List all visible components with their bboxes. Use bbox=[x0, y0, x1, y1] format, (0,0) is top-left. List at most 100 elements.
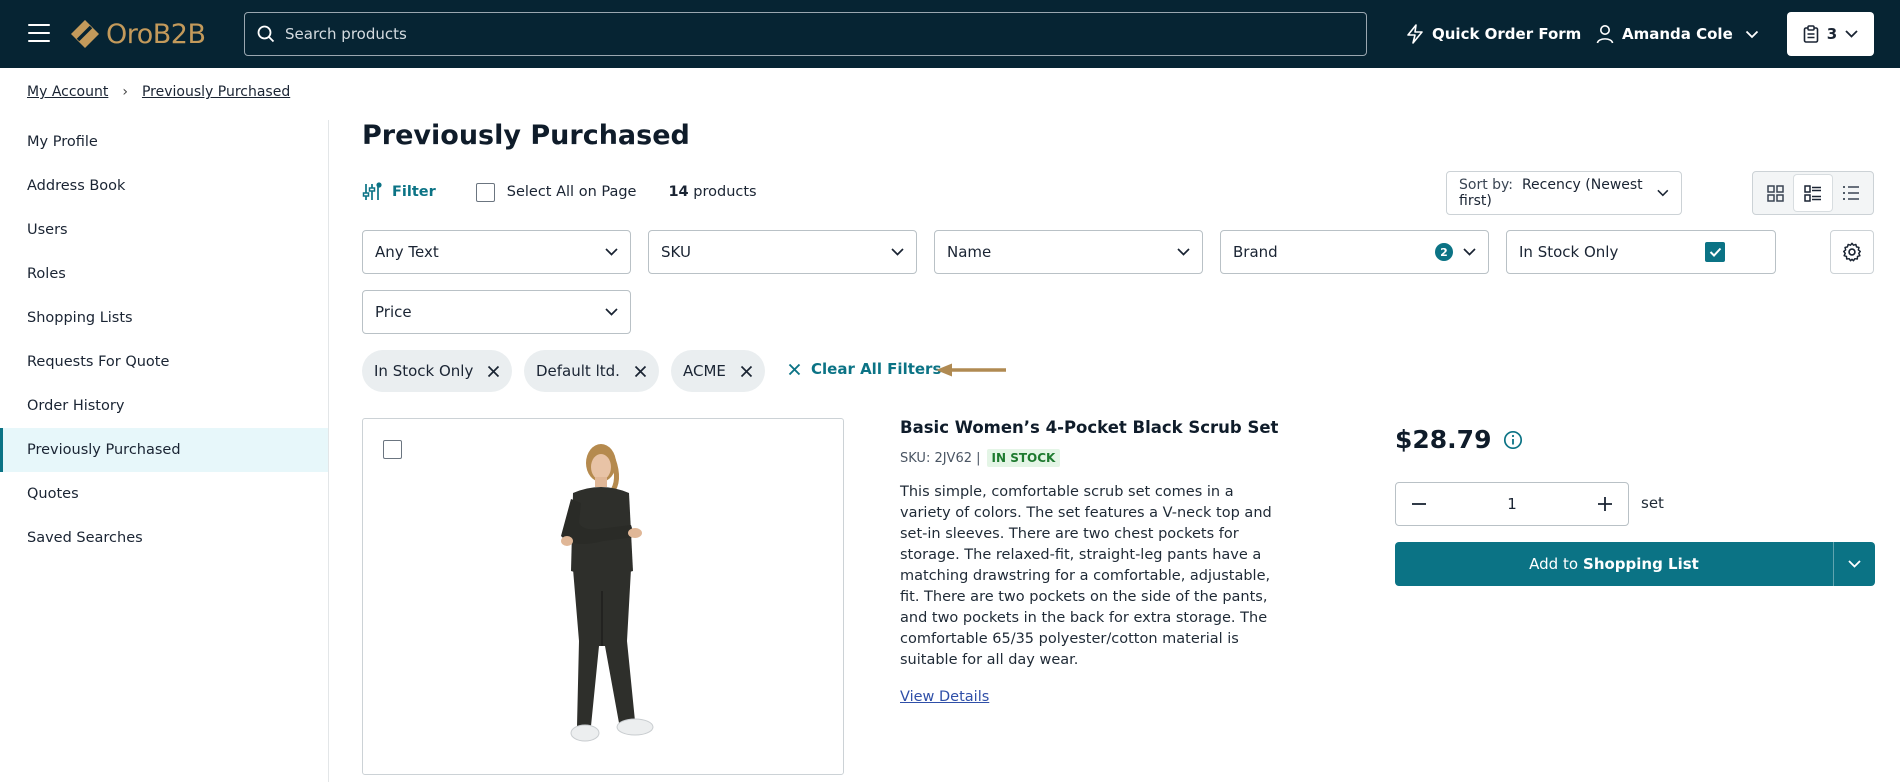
breadcrumb: My Account › Previously Purchased bbox=[27, 84, 290, 100]
user-name: Amanda Cole bbox=[1622, 25, 1733, 43]
quantity-unit: set bbox=[1641, 494, 1664, 512]
sidebar-item-roles[interactable]: Roles bbox=[0, 252, 328, 296]
quick-order-label: Quick Order Form bbox=[1432, 25, 1582, 43]
compact-list-view-button[interactable] bbox=[1832, 175, 1870, 211]
clear-all-filters-button[interactable]: Clear All Filters bbox=[788, 360, 941, 378]
filter-settings-button[interactable] bbox=[1830, 230, 1874, 274]
brand-filter-label: Brand bbox=[1233, 243, 1278, 261]
clear-all-filters-label: Clear All Filters bbox=[811, 360, 942, 378]
chip-label: ACME bbox=[683, 362, 726, 380]
checkbox[interactable] bbox=[475, 182, 495, 202]
any-text-filter-label: Any Text bbox=[375, 243, 439, 261]
add-dropdown-toggle[interactable] bbox=[1833, 542, 1875, 586]
any-text-filter[interactable]: Any Text bbox=[362, 230, 631, 274]
price-filter-label: Price bbox=[375, 303, 412, 321]
product-description: This simple, comfortable scrub set comes… bbox=[900, 484, 1272, 668]
cart-count: 3 bbox=[1826, 25, 1838, 43]
chevron-down-icon bbox=[1845, 30, 1858, 38]
product-price: $28.79 bbox=[1395, 425, 1523, 454]
add-label-prefix: Add to bbox=[1529, 555, 1579, 573]
user-icon bbox=[1596, 25, 1614, 44]
select-all-label: Select All on Page bbox=[506, 184, 637, 200]
logo[interactable]: OroB2B bbox=[70, 16, 206, 52]
sort-dropdown[interactable]: Sort by: Recency (Newest first) bbox=[1446, 171, 1682, 215]
product-sku-line: SKU: 2JV62 | IN STOCK bbox=[900, 449, 1061, 467]
name-filter[interactable]: Name bbox=[934, 230, 1203, 274]
close-icon[interactable] bbox=[740, 365, 753, 378]
lightning-icon bbox=[1407, 24, 1423, 44]
sidebar-item-saved-searches[interactable]: Saved Searches bbox=[0, 516, 328, 560]
in-stock-filter-label: In Stock Only bbox=[1519, 243, 1619, 261]
clipboard-icon bbox=[1803, 25, 1819, 43]
product-name-link[interactable]: Basic Women’s 4-Pocket Black Scrub Set bbox=[900, 418, 1278, 437]
view-details-link[interactable]: View Details bbox=[900, 689, 989, 705]
price-filter[interactable]: Price bbox=[362, 290, 631, 334]
logo-text: OroB2B bbox=[106, 18, 206, 50]
checkmark-icon bbox=[1709, 247, 1721, 257]
active-filter-chip: ACME bbox=[671, 350, 765, 392]
product-select-checkbox[interactable] bbox=[383, 440, 402, 459]
close-icon[interactable] bbox=[634, 365, 647, 378]
annotation-arrow-icon bbox=[936, 363, 1006, 377]
top-header: OroB2B Quick Order Form Amanda Cole 3 bbox=[0, 0, 1900, 68]
plus-icon[interactable] bbox=[1594, 493, 1616, 515]
search-input[interactable] bbox=[285, 25, 1335, 43]
product-image[interactable] bbox=[543, 441, 663, 753]
user-menu[interactable]: Amanda Cole bbox=[1596, 0, 1759, 68]
active-filter-chip: Default ltd. bbox=[524, 350, 659, 392]
in-stock-checkbox[interactable] bbox=[1705, 242, 1725, 262]
close-icon bbox=[788, 363, 801, 375]
sidebar-item-quotes[interactable]: Quotes bbox=[0, 472, 328, 516]
page-title: Previously Purchased bbox=[362, 120, 690, 151]
chevron-down-icon bbox=[1848, 560, 1861, 568]
quantity-stepper bbox=[1395, 482, 1629, 526]
product-sku: SKU: 2JV62 | bbox=[900, 450, 981, 466]
stock-status-badge: IN STOCK bbox=[986, 449, 1061, 467]
sidebar-item-address-book[interactable]: Address Book bbox=[0, 164, 328, 208]
search-bar[interactable] bbox=[244, 12, 1367, 56]
info-icon[interactable] bbox=[1503, 430, 1523, 450]
chevron-down-icon bbox=[605, 248, 618, 256]
sidebar-divider bbox=[328, 120, 329, 782]
gear-icon bbox=[1843, 242, 1861, 262]
filter-toggle-button[interactable]: Filter bbox=[362, 182, 436, 202]
product-count-suffix: products bbox=[693, 184, 757, 200]
sku-filter[interactable]: SKU bbox=[648, 230, 917, 274]
shopping-list-widget[interactable]: 3 bbox=[1787, 12, 1874, 56]
grid-view-button[interactable] bbox=[1756, 175, 1794, 211]
chevron-down-icon bbox=[1177, 248, 1190, 256]
sidebar-item-users[interactable]: Users bbox=[0, 208, 328, 252]
chevron-down-icon bbox=[1463, 248, 1476, 256]
add-label-strong: Shopping List bbox=[1583, 555, 1699, 573]
list-detail-icon bbox=[1804, 184, 1821, 202]
brand-filter-count-badge: 2 bbox=[1435, 243, 1453, 261]
add-to-shopping-list-main[interactable]: Add to Shopping List bbox=[1395, 542, 1833, 586]
hamburger-menu-icon[interactable] bbox=[28, 24, 50, 42]
list-detail-view-button[interactable] bbox=[1794, 175, 1832, 211]
product-count: 14 products bbox=[668, 184, 756, 200]
quantity-input[interactable] bbox=[1452, 495, 1572, 513]
sidebar-item-shopping-lists[interactable]: Shopping Lists bbox=[0, 296, 328, 340]
chip-label: Default ltd. bbox=[536, 362, 620, 380]
view-mode-switcher bbox=[1752, 171, 1874, 215]
sidebar-item-my-profile[interactable]: My Profile bbox=[0, 120, 328, 164]
product-image-card bbox=[362, 418, 844, 775]
select-all-checkbox[interactable]: Select All on Page bbox=[475, 182, 637, 202]
sidebar-item-requests-for-quote[interactable]: Requests For Quote bbox=[0, 340, 328, 384]
sku-filter-label: SKU bbox=[661, 243, 691, 261]
quick-order-link[interactable]: Quick Order Form bbox=[1406, 0, 1581, 68]
sidebar-item-order-history[interactable]: Order History bbox=[0, 384, 328, 428]
list-icon bbox=[1843, 186, 1859, 200]
chevron-down-icon bbox=[605, 308, 618, 316]
grid-icon bbox=[1766, 184, 1784, 202]
breadcrumb-my-account[interactable]: My Account bbox=[27, 84, 108, 100]
breadcrumb-previously-purchased[interactable]: Previously Purchased bbox=[142, 84, 290, 100]
sidebar-item-previously-purchased[interactable]: Previously Purchased bbox=[0, 428, 328, 472]
name-filter-label: Name bbox=[947, 243, 992, 261]
in-stock-filter[interactable]: In Stock Only bbox=[1506, 230, 1776, 274]
minus-icon[interactable] bbox=[1408, 493, 1430, 515]
add-to-shopping-list-button[interactable]: Add to Shopping List bbox=[1395, 542, 1875, 586]
close-icon[interactable] bbox=[487, 365, 500, 378]
chip-label: In Stock Only bbox=[374, 362, 474, 380]
brand-filter[interactable]: Brand 2 bbox=[1220, 230, 1489, 274]
